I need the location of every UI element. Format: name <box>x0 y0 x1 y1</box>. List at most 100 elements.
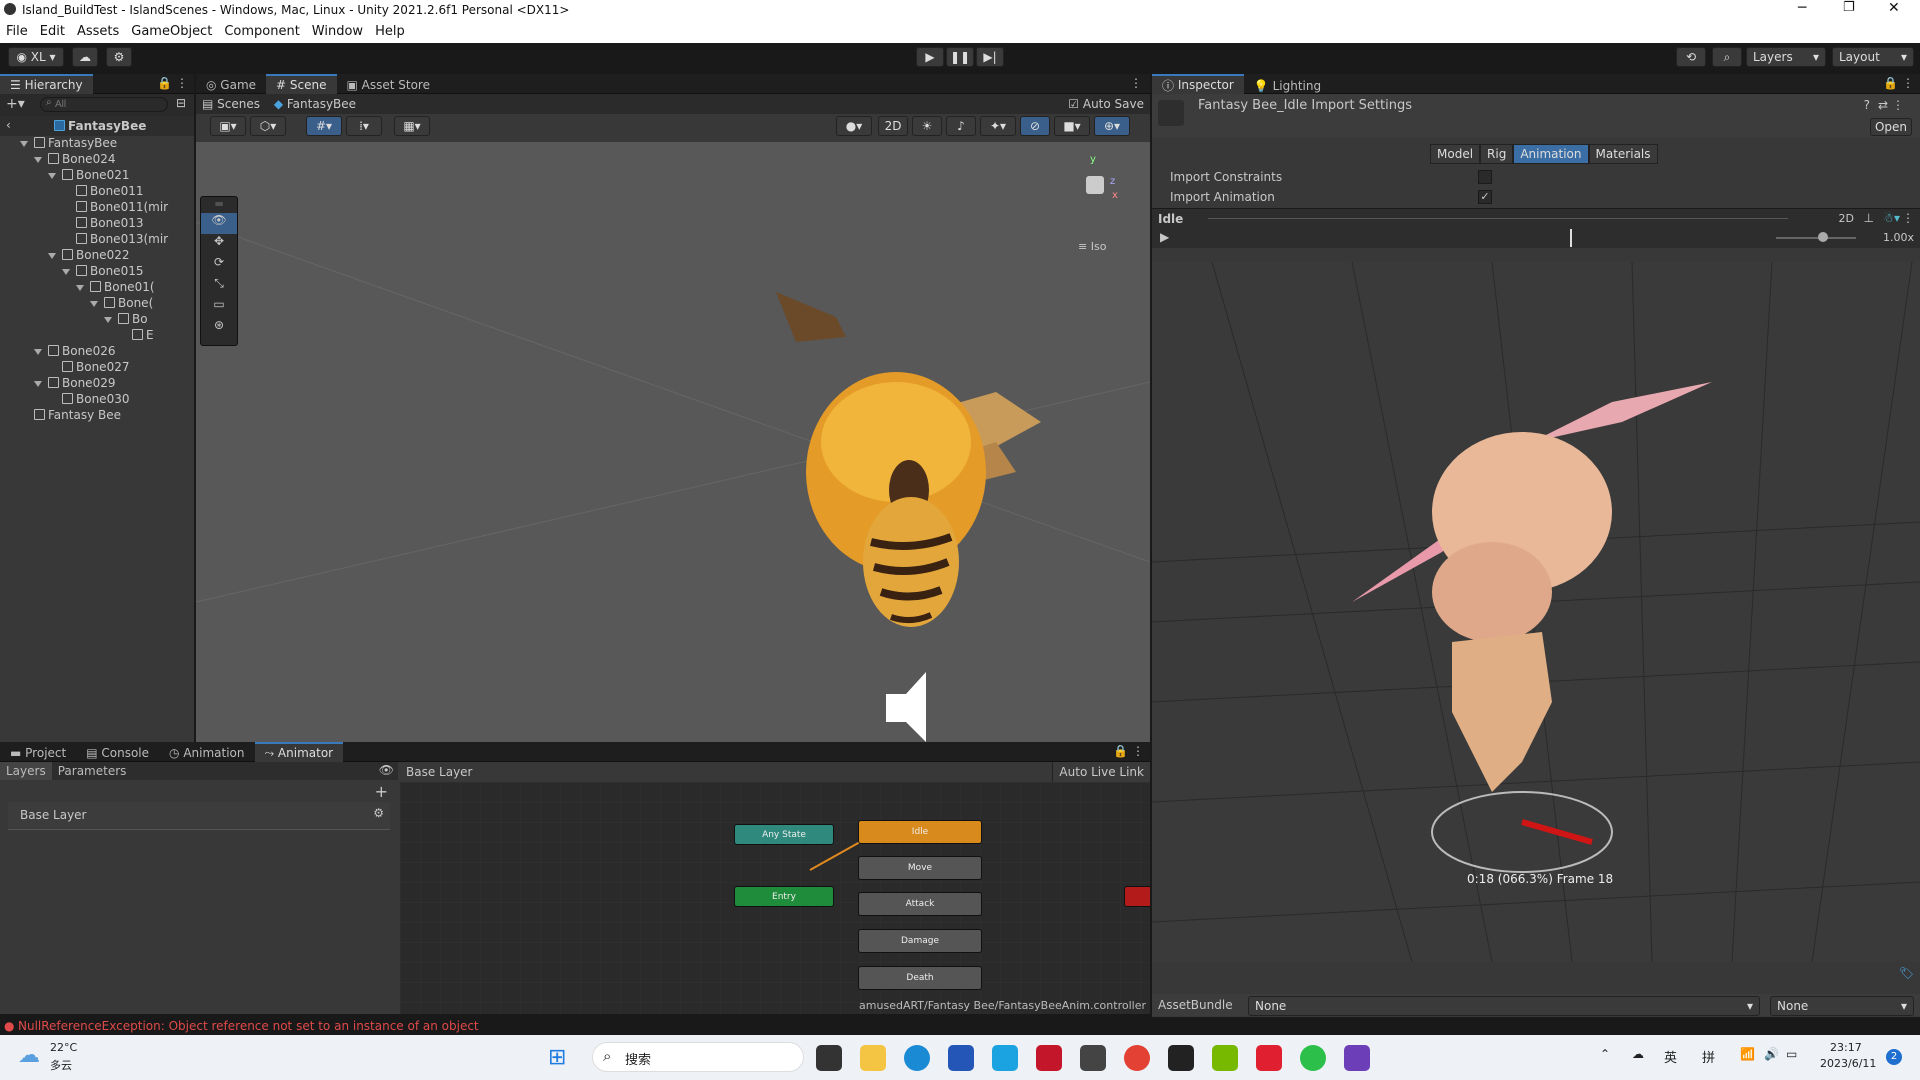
open-button[interactable]: Open <box>1870 118 1912 136</box>
add-layer-icon[interactable]: + <box>375 782 388 801</box>
shading-button[interactable]: ●▾ <box>836 116 872 136</box>
ime-language[interactable]: 英 <box>1664 1047 1677 1066</box>
subtab-layers[interactable]: Layers <box>0 762 52 780</box>
add-icon[interactable]: +▾ <box>6 96 25 112</box>
more-icon[interactable]: ⋮ <box>1902 76 1914 90</box>
menu-component[interactable]: Component <box>218 22 305 39</box>
minimize-icon[interactable]: ─ <box>1798 0 1806 16</box>
layer-row[interactable]: Base Layer ⚙ <box>8 802 390 830</box>
speed-slider-handle[interactable] <box>1818 232 1828 242</box>
ime-mode[interactable]: 拼 <box>1702 1047 1715 1066</box>
hierarchy-item[interactable]: Bone013 <box>0 216 194 232</box>
back-icon[interactable]: ‹ <box>6 118 11 132</box>
wechat-icon[interactable] <box>1300 1045 1326 1071</box>
draw-mode-button[interactable]: ▣▾ <box>210 116 246 136</box>
any-state-node[interactable]: Any State <box>734 824 834 845</box>
layout-dropdown[interactable]: Layout ▾ <box>1832 47 1914 67</box>
hierarchy-item[interactable]: FantasyBee <box>0 136 194 152</box>
hidden-objects-toggle[interactable]: ⊘ <box>1020 116 1050 136</box>
youdao-icon[interactable] <box>1256 1045 1282 1071</box>
preview-2d-toggle[interactable]: 2D <box>1839 212 1854 225</box>
assetbundle-variant-dropdown[interactable]: None ▾ <box>1770 996 1914 1016</box>
hierarchy-item[interactable]: Bone011 <box>0 184 194 200</box>
visual-studio-icon[interactable] <box>1344 1045 1370 1071</box>
scene-viewport[interactable]: ═ 👁 ✥ ⟳ ⤡ ▭ ⊛ y z x ≡ Iso <box>196 142 1150 742</box>
grid-snap-button[interactable]: #▾ <box>306 116 342 136</box>
render-mode-button[interactable]: ⬡▾ <box>250 116 286 136</box>
transform-tool-icon[interactable]: ⊛ <box>201 318 237 339</box>
clock-date[interactable]: 2023/6/11 <box>1820 1057 1876 1070</box>
menu-assets[interactable]: Assets <box>71 22 125 39</box>
wifi-icon[interactable]: 📶 <box>1740 1047 1755 1061</box>
expand-arrow-icon[interactable] <box>34 349 42 355</box>
hierarchy-item[interactable]: Bone024 <box>0 152 194 168</box>
attack-node[interactable]: Attack <box>858 892 982 916</box>
idle-node[interactable]: Idle <box>858 820 982 844</box>
eye-icon[interactable]: 👁 <box>379 763 394 777</box>
cloud-button[interactable]: ☁ <box>72 47 98 67</box>
battery-icon[interactable]: ▭ <box>1786 1047 1797 1061</box>
expand-arrow-icon[interactable] <box>20 141 28 147</box>
assetbundle-dropdown[interactable]: None ▾ <box>1248 996 1760 1016</box>
hierarchy-item[interactable]: Fantasy Bee <box>0 408 194 424</box>
step-button[interactable]: ▶| <box>976 47 1004 67</box>
gear-icon[interactable]: ⚙ <box>373 806 384 820</box>
timeline-scrubber[interactable] <box>1570 229 1572 247</box>
subtab-rig[interactable]: Rig <box>1480 144 1514 164</box>
breadcrumb-scenes[interactable]: ▤ Scenes <box>202 97 260 111</box>
hierarchy-item[interactable]: Bone01( <box>0 280 194 296</box>
damage-node[interactable]: Damage <box>858 929 982 953</box>
grid-visibility-button[interactable]: ▦▾ <box>394 116 430 136</box>
tab-console[interactable]: ▤ Console <box>76 743 159 763</box>
import-constraints-checkbox[interactable] <box>1478 170 1492 184</box>
lock-icon[interactable]: 🔒 <box>157 76 172 90</box>
chrome-icon[interactable] <box>1124 1045 1150 1071</box>
camera-button[interactable]: ■▾ <box>1054 116 1090 136</box>
notification-badge[interactable]: 2 <box>1886 1049 1902 1065</box>
unity-hub-icon[interactable] <box>1080 1045 1106 1071</box>
more-icon[interactable]: ⋮ <box>1902 211 1914 225</box>
taskview-icon[interactable] <box>816 1045 842 1071</box>
hierarchy-item[interactable]: Bone011(mir <box>0 200 194 216</box>
expand-arrow-icon[interactable] <box>76 285 84 291</box>
avatar-icon[interactable]: ☃▾ <box>1883 211 1900 225</box>
chevron-up-icon[interactable]: ⌃ <box>1600 1047 1610 1061</box>
tab-lighting[interactable]: 💡 Lighting <box>1244 76 1331 96</box>
hierarchy-item[interactable]: E <box>0 328 194 344</box>
hierarchy-item[interactable]: Bone013(mir <box>0 232 194 248</box>
hierarchy-item[interactable]: Bone026 <box>0 344 194 360</box>
hierarchy-item[interactable]: Bone029 <box>0 376 194 392</box>
l-app-icon[interactable] <box>992 1045 1018 1071</box>
pause-button[interactable]: ❚❚ <box>946 47 974 67</box>
hierarchy-search-input[interactable] <box>40 97 168 112</box>
increment-snap-button[interactable]: ⁞▾ <box>346 116 382 136</box>
hierarchy-item[interactable]: Bone022 <box>0 248 194 264</box>
2d-toggle[interactable]: 2D <box>878 116 908 136</box>
volume-icon[interactable]: 🔊 <box>1764 1047 1779 1061</box>
layers-dropdown[interactable]: Layers ▾ <box>1746 47 1826 67</box>
menu-help[interactable]: Help <box>369 22 411 39</box>
graph-breadcrumb[interactable]: Base Layer <box>406 765 473 779</box>
clock-time[interactable]: 23:17 <box>1830 1041 1862 1054</box>
maximize-icon[interactable]: ❐ <box>1843 0 1855 15</box>
expand-arrow-icon[interactable] <box>34 157 42 163</box>
audio-toggle[interactable]: ♪ <box>946 116 976 136</box>
hierarchy-item[interactable]: Bone021 <box>0 168 194 184</box>
effects-toggle[interactable]: ✦▾ <box>980 116 1016 136</box>
tab-game[interactable]: ◎ Game <box>196 75 266 95</box>
lock-icon[interactable]: 🔒 <box>1883 76 1898 90</box>
play-button[interactable]: ▶ <box>916 47 944 67</box>
account-button[interactable]: ◉ XL ▾ <box>8 47 64 67</box>
hierarchy-item[interactable]: Bone( <box>0 296 194 312</box>
lighting-toggle[interactable]: ☀ <box>912 116 942 136</box>
unity-icon[interactable] <box>1168 1045 1194 1071</box>
view-tool-icon[interactable]: 👁 <box>201 213 237 234</box>
menu-window[interactable]: Window <box>306 22 369 39</box>
tab-animator[interactable]: ⤳ Animator <box>254 742 344 762</box>
filter-icon[interactable]: ⊟ <box>176 96 186 110</box>
more-icon[interactable]: ⋮ <box>176 76 188 90</box>
tab-scene[interactable]: # Scene <box>266 74 337 94</box>
drag-handle-icon[interactable]: ═ <box>201 197 237 213</box>
tab-asset-store[interactable]: ▣ Asset Store <box>337 75 441 95</box>
status-bar[interactable]: ● NullReferenceException: Object referen… <box>0 1017 1920 1035</box>
